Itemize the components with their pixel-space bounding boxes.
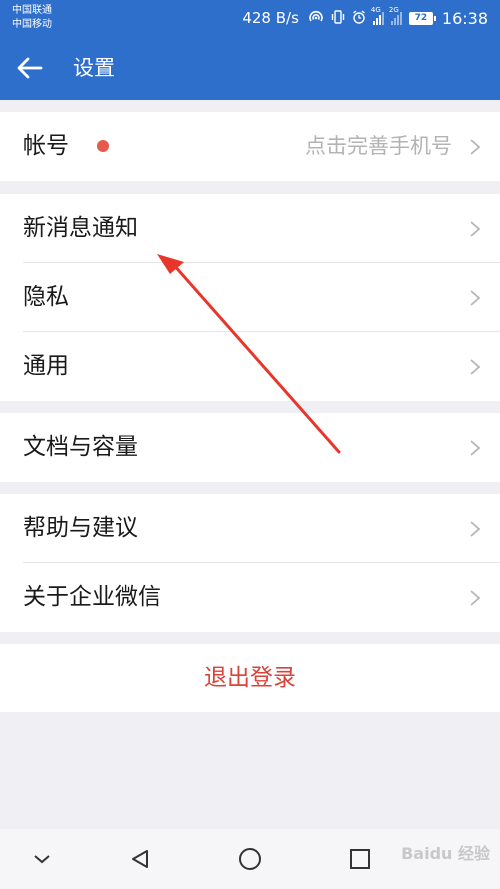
status-indicators: 428 B/s 4G 2G 72 16:38	[242, 6, 488, 28]
settings-item-label: 文档与容量	[23, 434, 138, 460]
settings-item-label: 通用	[23, 353, 69, 379]
account-group: 帐号 点击完善手机号	[0, 112, 500, 181]
logout-label: 退出登录	[204, 665, 296, 691]
vibrate-icon	[331, 9, 345, 27]
settings-item-label: 新消息通知	[23, 215, 138, 241]
hotspot-icon	[308, 10, 324, 27]
carrier-info: 中国联通 中国移动	[12, 4, 52, 32]
alarm-icon	[352, 9, 366, 27]
carrier-2: 中国移动	[12, 19, 52, 30]
logout-button[interactable]: 退出登录	[0, 644, 500, 712]
notification-badge	[97, 140, 109, 152]
chevron-right-icon	[470, 359, 481, 375]
home-circle-icon	[239, 848, 261, 870]
chevron-right-icon	[470, 221, 481, 237]
settings-item-help-feedback[interactable]: 帮助与建议	[0, 494, 500, 563]
settings-item-account[interactable]: 帐号 点击完善手机号	[0, 112, 500, 181]
back-button[interactable]	[10, 48, 50, 88]
chevron-right-icon	[470, 521, 481, 537]
settings-item-notifications[interactable]: 新消息通知	[0, 194, 500, 263]
nav-back-button[interactable]	[120, 839, 160, 879]
signal-2-tag: 2G	[388, 6, 399, 14]
chevron-right-icon	[470, 139, 481, 155]
chevron-right-icon	[470, 590, 481, 606]
chevron-right-icon	[470, 290, 481, 306]
settings-item-documents-storage[interactable]: 文档与容量	[0, 413, 500, 482]
title-bar: 设置	[0, 36, 500, 100]
nav-recent-button[interactable]	[340, 839, 380, 879]
preferences-group: 新消息通知 隐私 通用	[0, 194, 500, 401]
status-bar: 中国联通 中国移动 428 B/s 4G 2G 72 16:38	[0, 0, 500, 36]
settings-item-label: 帮助与建议	[23, 515, 138, 541]
settings-item-privacy[interactable]: 隐私	[0, 263, 500, 332]
battery-icon: 72	[408, 11, 436, 25]
arrow-left-icon	[17, 57, 43, 79]
chevron-down-icon	[34, 855, 50, 864]
settings-item-general[interactable]: 通用	[0, 332, 500, 401]
back-triangle-icon	[132, 850, 148, 868]
chevron-right-icon	[470, 440, 481, 456]
about-group: 帮助与建议 关于企业微信	[0, 494, 500, 632]
settings-item-label: 关于企业微信	[23, 584, 161, 610]
settings-item-label: 隐私	[23, 284, 69, 310]
signal-1-icon: 4G	[371, 6, 384, 25]
nav-home-button[interactable]	[230, 839, 270, 879]
page-title: 设置	[73, 56, 115, 80]
signal-1-tag: 4G	[370, 6, 381, 14]
carrier-1: 中国联通	[12, 5, 52, 16]
nav-collapse-button[interactable]	[22, 839, 62, 879]
storage-group: 文档与容量	[0, 413, 500, 482]
watermark: Baidu 经验	[401, 844, 490, 863]
clock: 16:38	[441, 8, 488, 28]
recent-square-icon	[350, 849, 370, 869]
phone-hint: 点击完善手机号	[305, 134, 452, 158]
settings-item-label: 帐号	[23, 133, 69, 159]
signal-2-icon: 2G	[389, 6, 402, 25]
network-speed: 428 B/s	[242, 9, 299, 27]
settings-item-about[interactable]: 关于企业微信	[0, 563, 500, 632]
